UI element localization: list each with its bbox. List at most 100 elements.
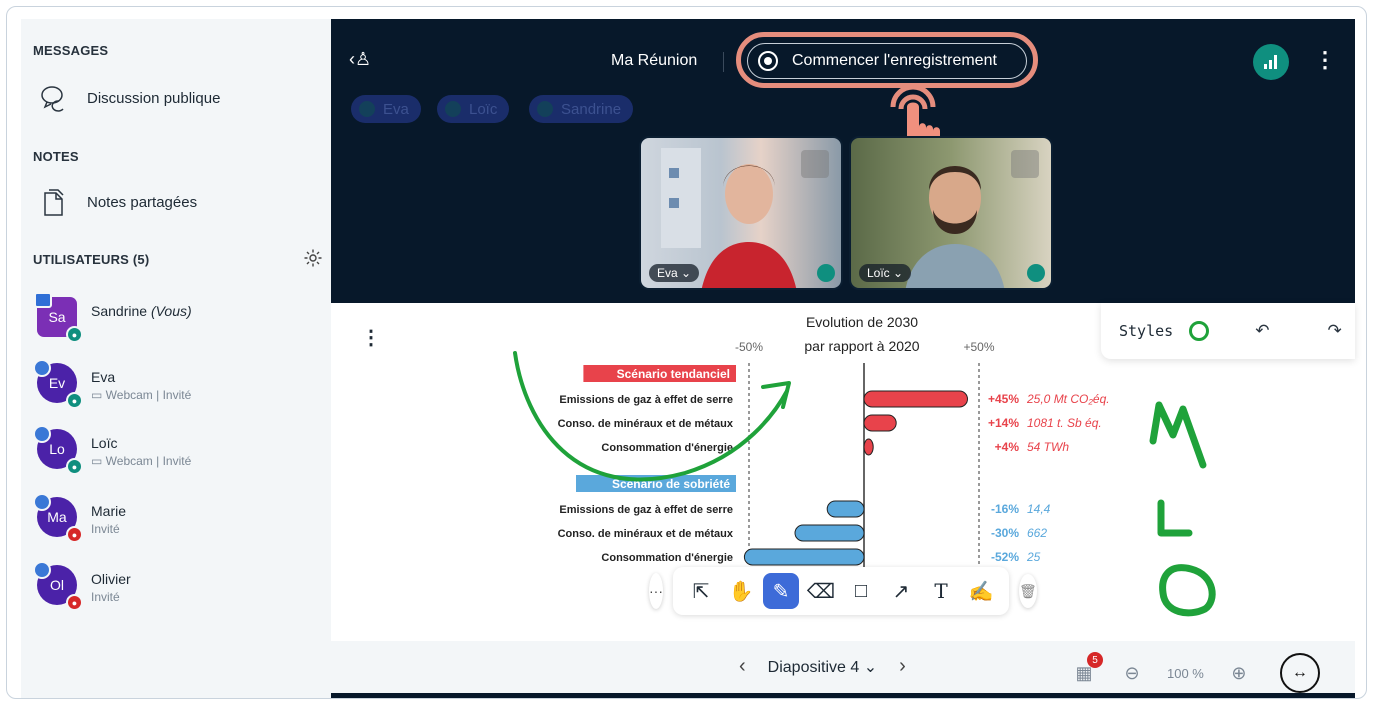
user-item-olivier[interactable]: Ol ● Olivier Invité [33,561,131,611]
users-section-title: UTILISATEURS (5) [33,252,150,267]
user-status: ▭ Webcam | Invité [91,454,192,468]
arrow-tool-icon[interactable]: ↗ [883,573,919,609]
styles-label[interactable]: Styles [1119,322,1173,340]
select-tool-icon[interactable]: ⇱ [683,573,719,609]
fullscreen-icon[interactable] [801,150,829,178]
data-annotation: 662 [1027,526,1047,540]
more-tools-icon[interactable]: ··· [649,573,663,609]
data-annotation: 25 [1026,550,1041,564]
start-recording-label: Commencer l'enregistrement [792,52,997,69]
user-status: ▭ Webcam | Invité [91,388,192,402]
data-annotation: 25,0 Mt CO₂éq. [1026,392,1110,406]
sidebar: MESSAGES Discussion publique NOTES Notes… [21,19,331,698]
you-suffix: (Vous) [150,303,192,319]
fullscreen-icon[interactable] [1011,150,1039,178]
poll-icon[interactable]: ▦ 5 [1071,652,1103,686]
meeting-area: ‹♙ Ma Réunion Commencer l'enregistrement… [331,19,1355,698]
user-name: Marie [91,503,127,519]
record-icon [758,51,778,71]
data-label: -16% [991,502,1019,516]
gear-icon[interactable] [303,248,323,268]
video-name: Loïc [867,266,890,280]
user-item-eva[interactable]: Ev ● Eva ▭ Webcam | Invité [33,359,192,409]
avatar: Sa ● [34,292,83,343]
undo-icon[interactable]: ↶ [1255,321,1269,341]
avatar: Ma ● [33,493,83,543]
data-annotation: 14,4 [1027,502,1051,516]
user-name: Olivier [91,571,131,587]
user-item-loic[interactable]: Lo ● Loïc ▭ Webcam | Invité [33,425,192,475]
bar [826,500,865,518]
microphone-icon: ● [66,458,83,475]
chat-icon [41,86,64,112]
shared-notes-item[interactable]: Notes partagées [39,187,197,217]
user-status: Invité [91,590,120,604]
avatar-initials: Lo [49,441,65,457]
text-tool-icon[interactable]: T [923,573,959,609]
talker-chip: Eva [351,95,421,123]
presenter-icon [34,292,52,308]
slide-navigation: ‹ Diapositive 4 ⌄ › [739,655,906,678]
microphone-muted-icon: ● [66,526,83,543]
slide-label: Diapositive 4 [767,658,860,676]
microphone-icon [817,264,835,282]
eraser-tool-icon[interactable]: ⌫ [803,573,839,609]
slide-selector[interactable]: Diapositive 4 ⌄ [768,657,877,677]
user-item-marie[interactable]: Ma ● Marie Invité [33,493,127,543]
drawing-toolbar: ··· ⇱ ✋ ✎ ⌫ □ ↗ T ✍ 🗑 [649,567,1037,615]
user-status-text: Webcam | Invité [105,454,192,468]
pencil-icon [33,359,51,377]
user-list-toggle-icon[interactable]: ‹♙ [349,49,371,70]
talker-name: Eva [383,100,409,118]
avatar-initials: Ev [48,375,66,391]
pencil-tool-icon[interactable]: ✎ [763,573,799,609]
presentation-board[interactable]: ⋮ Evolution de 2030 par rapport à 2020 -50… [331,303,1355,641]
avatar-initials: Ol [50,577,64,593]
user-item-sandrine[interactable]: Sa ● Sandrine (Vous) [34,292,192,343]
arrow-annotation [513,351,791,482]
rectangle-tool-icon[interactable]: □ [843,573,879,609]
avatar-initials: Sa [48,309,66,325]
user-name-text: Sandrine [91,303,148,319]
bar [863,414,897,432]
zoom-controls: ▦ 5 ⊖ 100 % ⊕ ↔ [1071,652,1320,693]
talker-chip: Sandrine [529,95,634,123]
note-tool-icon[interactable]: ✍ [963,573,999,609]
category-label: Conso. de minéraux et de métaux [558,528,734,540]
redo-icon[interactable]: ↷ [1327,321,1341,341]
tool-group: ⇱ ✋ ✎ ⌫ □ ↗ T ✍ [673,567,1009,615]
video-name-label[interactable]: Loïc ⌄ [859,264,912,282]
start-recording-button[interactable]: Commencer l'enregistrement [747,43,1027,79]
presentation-options-icon[interactable]: ⋮ [361,325,381,350]
video-tile-loic[interactable]: Loïc ⌄ [849,136,1053,290]
connection-status-icon[interactable] [1253,44,1289,80]
presentation-footer: ‹ Diapositive 4 ⌄ › ▦ 5 ⊖ 100 % ⊕ ↔ [331,641,1355,693]
talker-indicator-icon [537,101,553,117]
zoom-level: 100 % [1167,665,1204,681]
delete-icon[interactable]: 🗑 [1019,574,1037,608]
shared-notes-label: Notes partagées [87,193,198,211]
microphone-icon [1027,264,1045,282]
next-slide-icon[interactable]: › [899,655,906,678]
video-tile-eva[interactable]: Eva ⌄ [639,136,843,290]
color-swatch[interactable] [1189,321,1210,341]
zoom-in-icon[interactable]: ⊕ [1226,660,1252,686]
video-name-label[interactable]: Eva ⌄ [649,264,700,282]
public-chat-item[interactable]: Discussion publique [39,83,220,113]
data-label: -52% [991,550,1019,564]
hand-tool-icon[interactable]: ✋ [723,573,759,609]
avatar-initials: Ma [47,509,67,525]
data-annotation: 1081 t. Sb éq. [1027,416,1102,430]
tick-label: +50% [963,340,994,354]
fit-width-icon[interactable]: ↔ [1279,653,1320,693]
microphone-icon: ● [66,392,83,409]
more-options-icon[interactable]: ⋮ [1314,47,1336,73]
zoom-out-icon[interactable]: ⊖ [1119,660,1145,686]
chart-title: Evolution de 2030 [806,314,918,330]
data-label: +4% [995,440,1020,454]
previous-slide-icon[interactable]: ‹ [739,655,746,678]
data-label: -30% [991,526,1019,540]
public-chat-label: Discussion publique [87,89,221,107]
bar [794,524,865,542]
app-window: MESSAGES Discussion publique NOTES Notes… [6,6,1367,699]
